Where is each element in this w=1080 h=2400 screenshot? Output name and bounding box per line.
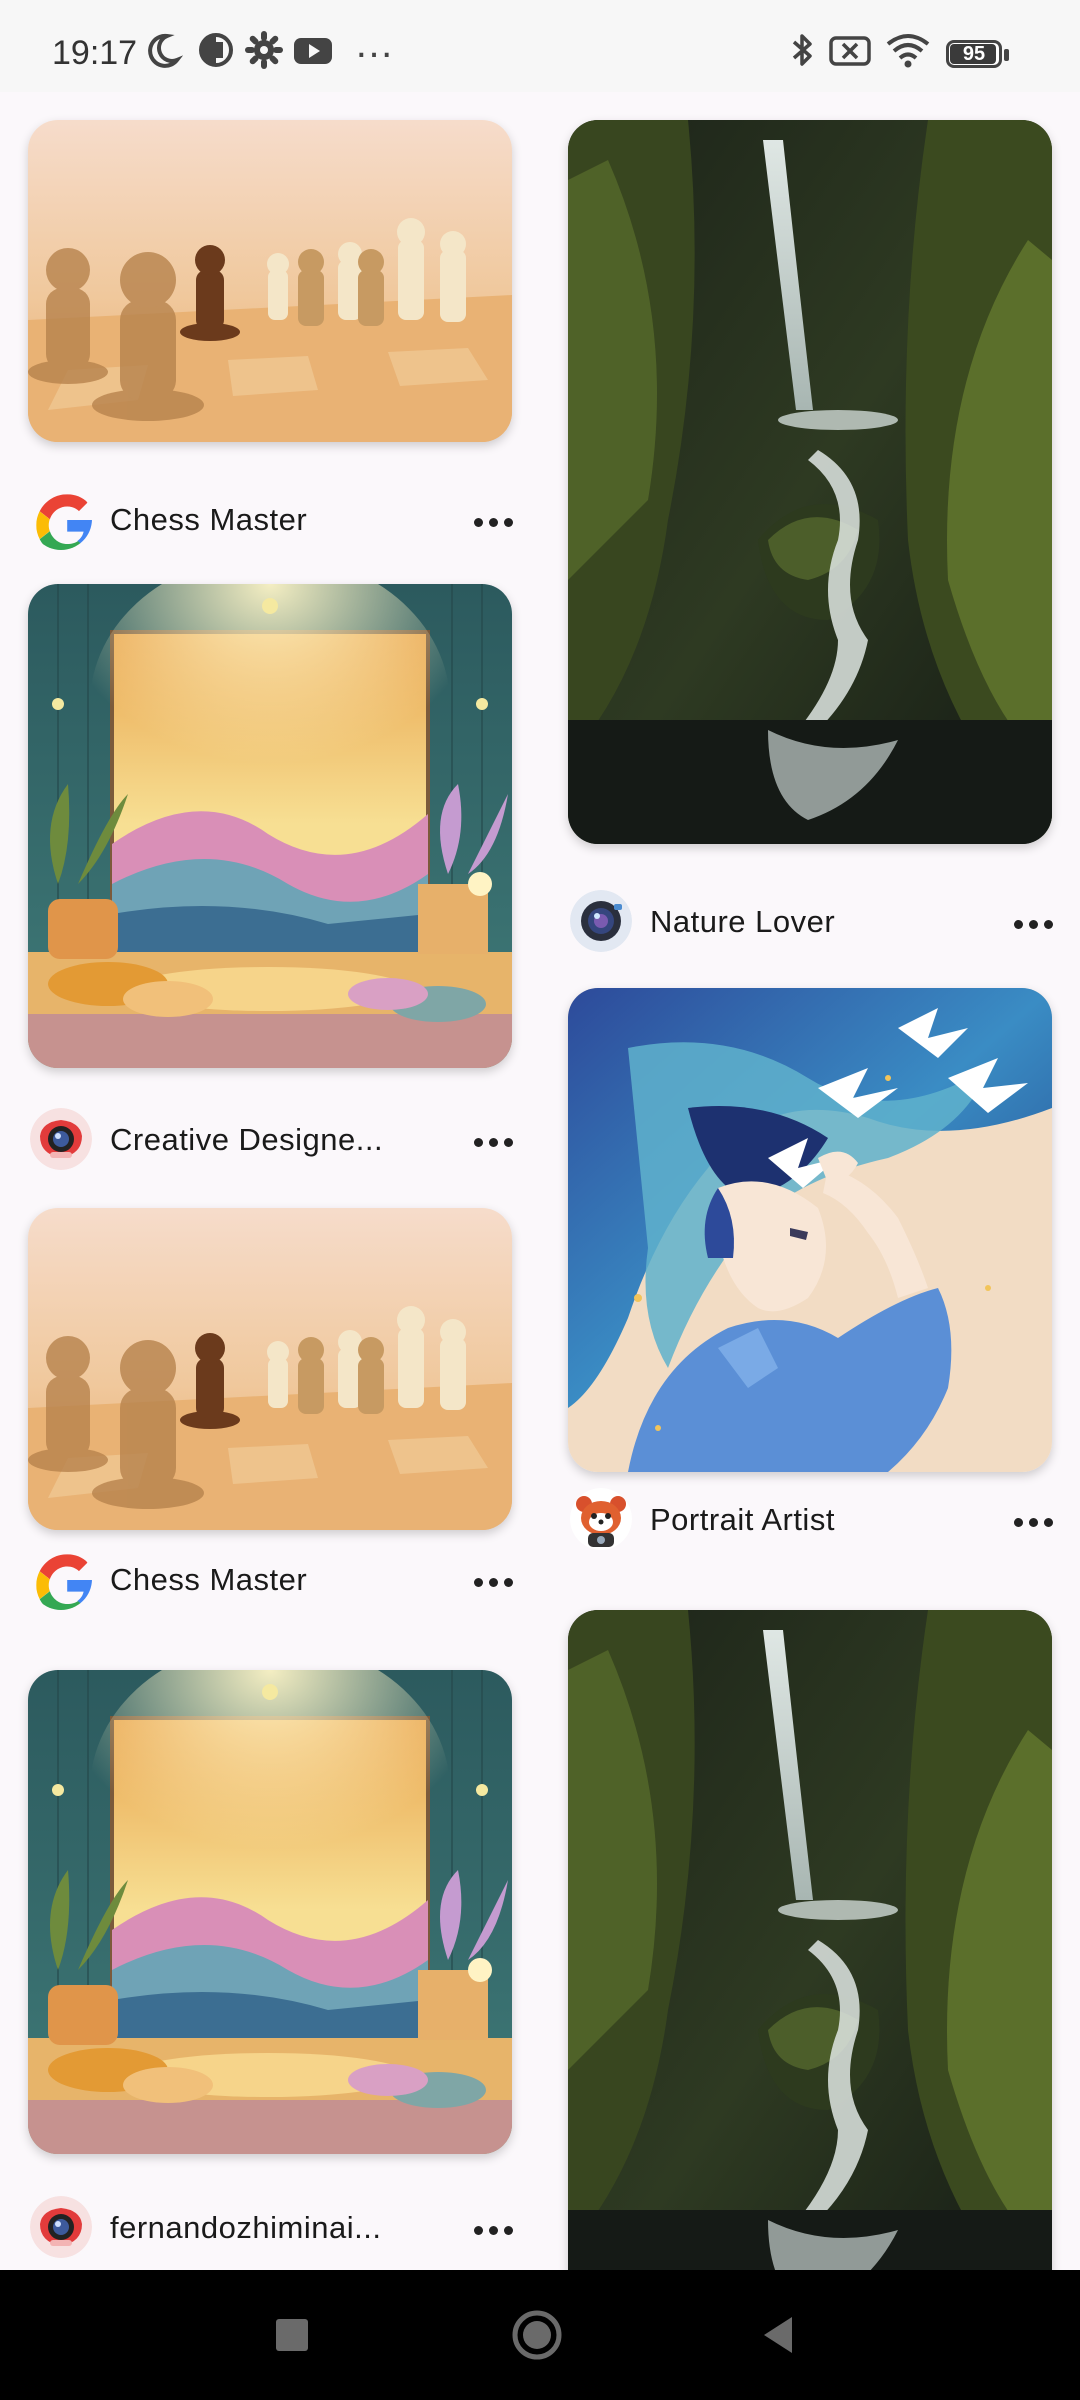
more-options-button[interactable]	[1004, 1496, 1064, 1546]
red-panda-avatar[interactable]	[570, 1488, 632, 1550]
author-name[interactable]: Nature Lover	[650, 904, 835, 940]
status-time: 19:17	[52, 34, 138, 72]
waterfall-image[interactable]	[568, 120, 1052, 844]
system-navigation-bar	[0, 2270, 1080, 2400]
moon-icon	[143, 30, 184, 70]
no-sim-icon	[828, 30, 872, 70]
more-notifications-indicator: …	[354, 22, 397, 66]
more-options-button[interactable]	[464, 1116, 524, 1166]
chess-pieces-image[interactable]	[28, 1208, 512, 1530]
card-footer: Creative Designe...	[30, 1108, 514, 1178]
lens-avatar[interactable]	[570, 890, 632, 952]
more-options-button[interactable]	[464, 1556, 524, 1606]
author-name[interactable]: Creative Designe...	[110, 1122, 383, 1158]
card-footer: Chess Master	[30, 1548, 514, 1618]
author-name[interactable]: fernandozhiminai...	[110, 2210, 381, 2246]
settings-gear-icon	[244, 30, 284, 70]
home-circle-icon[interactable]	[502, 2300, 572, 2370]
data-saver-icon	[196, 30, 236, 70]
interior-mural-image[interactable]	[28, 584, 512, 1068]
chess-pieces-image[interactable]	[28, 120, 512, 442]
recents-square-icon[interactable]	[257, 2300, 327, 2370]
more-options-button[interactable]	[464, 2204, 524, 2254]
author-name[interactable]: Chess Master	[110, 1562, 307, 1598]
card-footer: Portrait Artist	[570, 1488, 1054, 1558]
pin-feed[interactable]: Chess Master Creative Designe... Chess M…	[0, 92, 1080, 2270]
bluetooth-icon	[782, 30, 822, 70]
author-name[interactable]: Chess Master	[110, 502, 307, 538]
back-triangle-icon[interactable]	[744, 2300, 814, 2370]
battery-icon: 95	[946, 40, 1010, 72]
card-footer: Nature Lover	[570, 890, 1054, 960]
camera-avatar[interactable]	[30, 1108, 92, 1170]
camera-avatar[interactable]	[30, 2196, 92, 2258]
wifi-icon	[884, 30, 932, 70]
more-options-button[interactable]	[1004, 898, 1064, 948]
more-options-button[interactable]	[464, 496, 524, 546]
waterfall-image[interactable]	[568, 1610, 1052, 2270]
interior-mural-image[interactable]	[28, 1670, 512, 2154]
status-bar: 19:17 … 95	[0, 0, 1080, 92]
card-footer: Chess Master	[30, 488, 514, 558]
google-logo-icon[interactable]	[30, 488, 92, 550]
youtube-icon	[292, 30, 334, 70]
anime-portrait-image[interactable]	[568, 988, 1052, 1472]
battery-level: 95	[962, 43, 986, 65]
card-footer: fernandozhiminai...	[30, 2196, 514, 2266]
author-name[interactable]: Portrait Artist	[650, 1502, 835, 1538]
google-logo-icon[interactable]	[30, 1548, 92, 1610]
